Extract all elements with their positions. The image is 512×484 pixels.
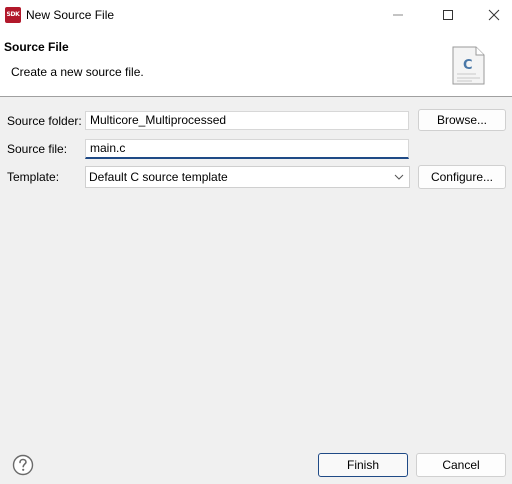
minimize-button[interactable] — [375, 0, 421, 30]
maximize-icon — [443, 10, 453, 20]
source-folder-input[interactable]: Multicore_Multiprocessed — [85, 111, 409, 130]
source-file-label: Source file: — [7, 142, 68, 156]
svg-text:C: C — [463, 58, 473, 73]
close-icon — [488, 9, 500, 21]
browse-button[interactable]: Browse... — [418, 109, 506, 131]
c-source-file-icon: C — [452, 46, 485, 85]
wizard-page-description: Create a new source file. — [11, 65, 144, 79]
template-select[interactable]: Default C source template — [85, 166, 410, 188]
close-button[interactable] — [471, 0, 512, 30]
template-label: Template: — [7, 170, 60, 184]
wizard-header-banner: Source File Create a new source file. C — [0, 30, 512, 97]
finish-button[interactable]: Finish — [318, 453, 408, 477]
wizard-page-title: Source File — [4, 40, 69, 54]
maximize-button[interactable] — [425, 0, 471, 30]
title-bar[interactable]: SDK New Source File — [0, 0, 512, 30]
help-icon[interactable] — [12, 454, 34, 476]
template-select-value: Default C source template — [89, 170, 228, 184]
sdk-app-icon: SDK — [5, 7, 21, 23]
minimize-icon — [393, 14, 403, 16]
source-folder-label: Source folder: — [7, 114, 82, 128]
chevron-down-icon — [394, 174, 404, 180]
source-file-input[interactable]: main.c — [85, 139, 409, 159]
configure-button[interactable]: Configure... — [418, 165, 506, 189]
cancel-button[interactable]: Cancel — [416, 453, 506, 477]
window-title: New Source File — [26, 8, 115, 22]
new-source-file-dialog: SDK New Source File Source File Create a… — [0, 0, 512, 484]
